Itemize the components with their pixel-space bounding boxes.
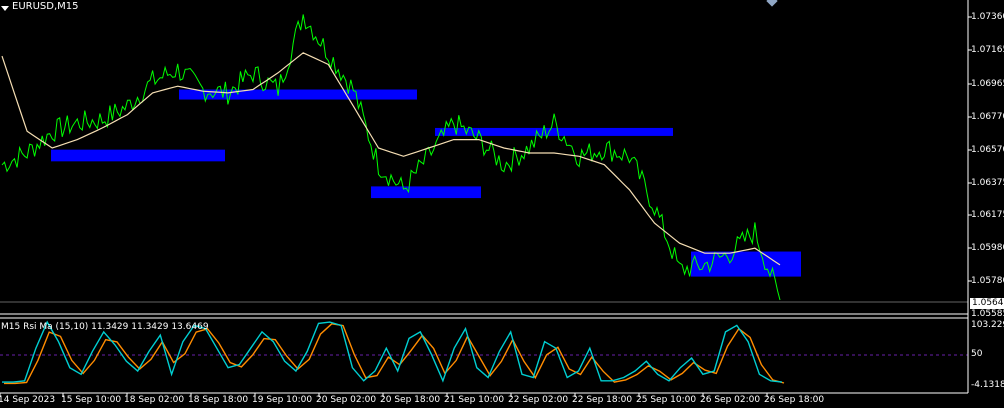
time-axis-label: 25 Sep 10:00	[636, 395, 697, 405]
chart-canvas[interactable]	[0, 0, 1004, 408]
time-axis-label: 26 Sep 18:00	[764, 395, 825, 405]
time-axis-label: 21 Sep 10:00	[444, 395, 505, 405]
time-axis-label: 18 Sep 02:00	[124, 395, 185, 405]
time-axis-label: 22 Sep 18:00	[572, 395, 633, 405]
time-axis-label: 20 Sep 02:00	[316, 395, 377, 405]
price-axis-label: 1.06570	[971, 145, 1004, 155]
zone-rect	[435, 127, 673, 136]
price-axis-label: 1.05585	[971, 309, 1004, 319]
price-axis-label: 1.05980	[971, 243, 1004, 253]
time-axis-label: 26 Sep 02:00	[700, 395, 761, 405]
rsi-axis-label: 103.229	[971, 320, 1004, 330]
current-price-tag: 1.05647	[970, 298, 1004, 309]
zone-rect	[51, 149, 225, 162]
time-axis-label: 19 Sep 10:00	[252, 395, 313, 405]
symbol-menu-icon[interactable]	[1, 6, 9, 11]
price-axis-label: 1.06175	[971, 210, 1004, 220]
rsi-axis-label: -4.1318	[971, 380, 1004, 390]
chart-title: EURUSD,M15	[12, 1, 79, 12]
price-axis-label: 1.06375	[971, 178, 1004, 188]
price-axis-label: 1.05780	[971, 276, 1004, 286]
price-axis-label: 1.07360	[971, 12, 1004, 22]
zone-rect	[371, 186, 481, 199]
zones-layer	[51, 89, 801, 277]
price-axis-label: 1.06770	[971, 112, 1004, 122]
time-axis-label: 20 Sep 18:00	[380, 395, 441, 405]
price-axis-label: 1.07165	[971, 45, 1004, 55]
rsi-indicator-label: M15 Rsi Ma (15,10) 11.3429 11.3429 13.64…	[1, 322, 209, 332]
time-axis-label: 15 Sep 10:00	[61, 395, 122, 405]
time-axis-label: 18 Sep 18:00	[188, 395, 249, 405]
time-axis-label: 14 Sep 2023	[0, 395, 56, 405]
rsi-axis-label: 50	[971, 349, 983, 359]
time-axis-label: 22 Sep 02:00	[508, 395, 569, 405]
price-axis-label: 1.06965	[971, 79, 1004, 89]
